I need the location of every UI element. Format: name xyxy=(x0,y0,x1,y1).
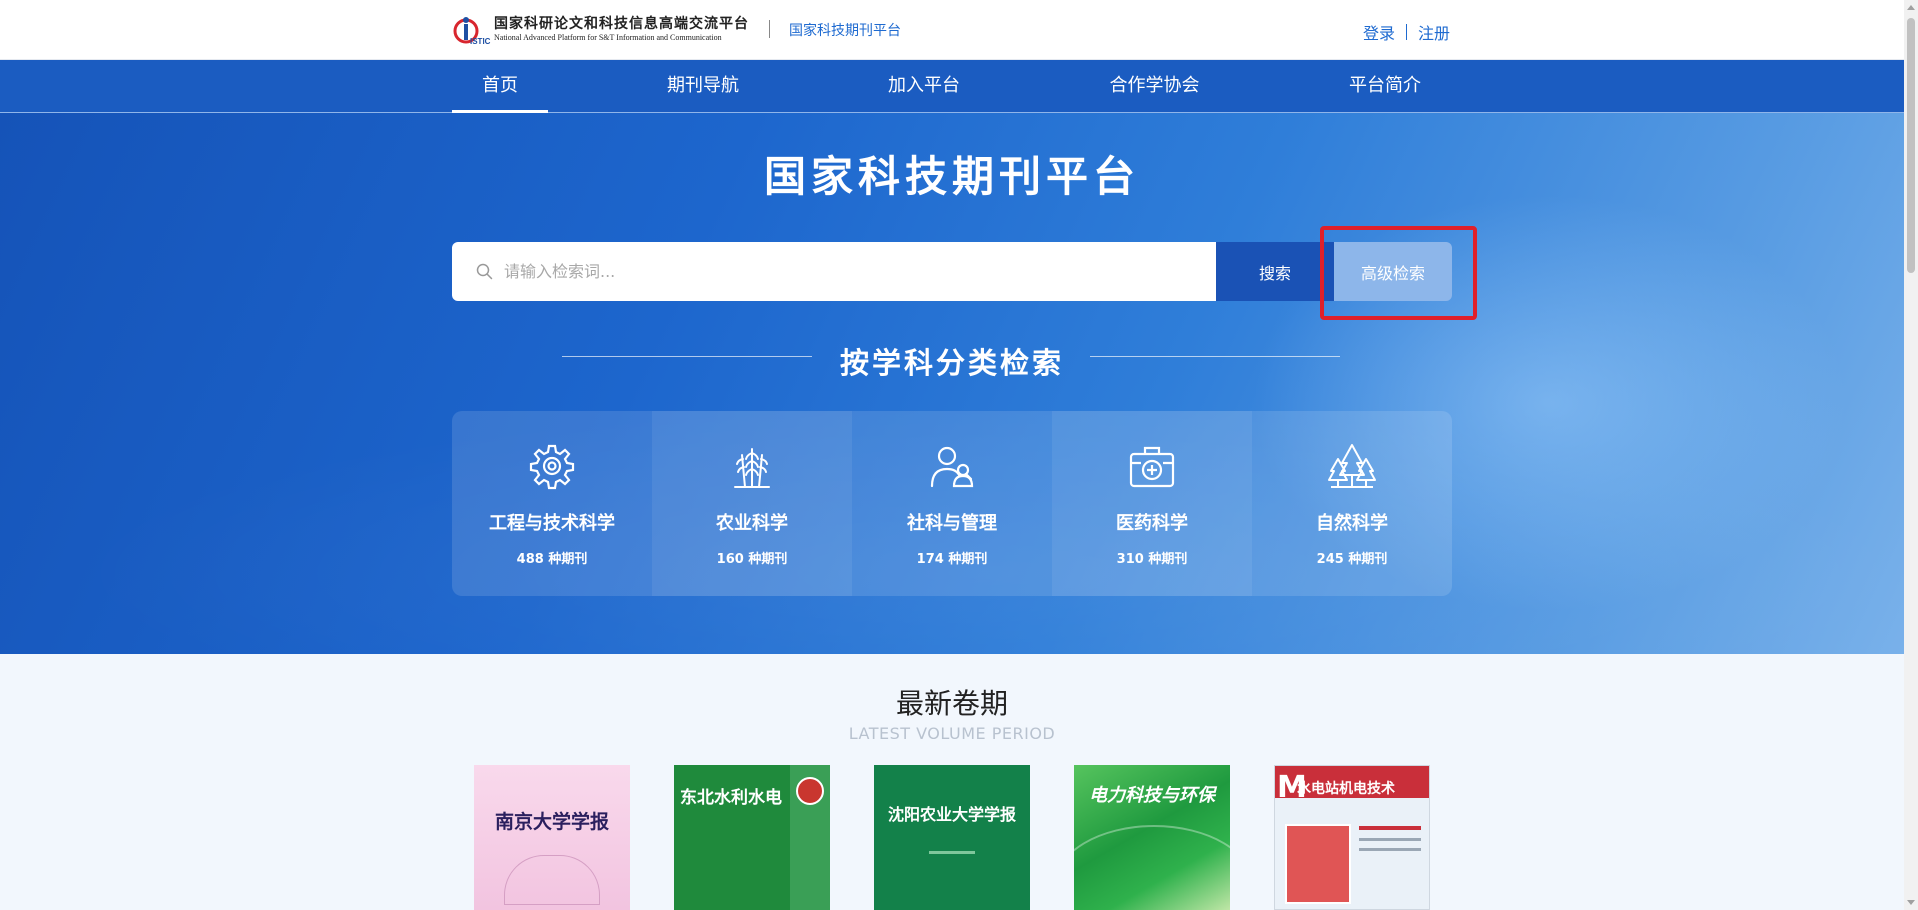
category-natural-science[interactable]: 自然科学 245 种期刊 xyxy=(1252,411,1452,596)
cover-title: 电力科技与环保 xyxy=(1089,785,1215,806)
category-name: 医药科学 xyxy=(1116,513,1188,534)
wheat-icon xyxy=(734,448,770,488)
main-nav: 首页 期刊导航 加入平台 合作学协会 平台简介 xyxy=(0,60,1904,113)
istic-logo-icon: ISTIC xyxy=(452,14,492,46)
scroll-down-arrow-icon[interactable] xyxy=(1907,900,1915,905)
site-logo[interactable]: ISTIC 国家科研论文和科技信息高端交流平台 National Advance… xyxy=(452,14,749,46)
search-box xyxy=(452,242,1216,301)
journal-cover-card[interactable]: 南京大学学报 xyxy=(474,765,630,910)
logo-mark-text: ISTIC xyxy=(470,37,491,46)
category-count: 160 种期刊 xyxy=(716,552,788,567)
logo-english-name: National Advanced Platform for S&T Infor… xyxy=(494,33,722,43)
auth-links: 登录 注册 xyxy=(1363,20,1450,44)
category-name: 农业科学 xyxy=(716,513,788,534)
cover-title: 水电站机电技术 xyxy=(1297,781,1395,797)
journal-cover-card[interactable]: 电力科技与环保 xyxy=(1074,765,1230,910)
journal-cover: 电力科技与环保 xyxy=(1074,765,1230,910)
nav-join-platform[interactable]: 加入平台 xyxy=(874,60,974,112)
latest-section-title: 最新卷期 xyxy=(895,687,1008,720)
category-name: 工程与技术科学 xyxy=(489,513,615,534)
scroll-up-arrow-icon[interactable] xyxy=(1907,5,1915,10)
journal-cover: 南京大学学报 xyxy=(474,765,630,910)
category-panel: 工程与技术科学 488 种期刊 农业科学 160 种期刊 社科与管理 174 种… xyxy=(452,411,1452,596)
cover-title: 南京大学学报 xyxy=(494,811,609,833)
nav-platform-intro[interactable]: 平台简介 xyxy=(1335,60,1435,112)
search-input[interactable] xyxy=(504,242,1204,301)
hero-title: 国家科技期刊平台 xyxy=(763,152,1140,201)
subject-heading: 按学科分类检索 xyxy=(839,346,1064,380)
category-name: 自然科学 xyxy=(1316,513,1388,534)
category-name: 社科与管理 xyxy=(907,513,997,534)
hero-banner: 国家科技期刊平台 搜索 高级检索 按学科分类检索 工程与技术科学 488 种 xyxy=(0,113,1904,654)
platform-link[interactable]: 国家科技期刊平台 xyxy=(789,20,901,40)
logo-chinese-name: 国家科研论文和科技信息高端交流平台 xyxy=(494,15,749,32)
category-agriculture[interactable]: 农业科学 160 种期刊 xyxy=(652,411,852,596)
medical-kit-icon xyxy=(1129,446,1175,488)
category-engineering[interactable]: 工程与技术科学 488 种期刊 xyxy=(452,411,652,596)
latest-section-subtitle: LATEST VOLUME PERIOD xyxy=(848,724,1056,743)
register-link[interactable]: 注册 xyxy=(1418,20,1450,44)
category-count: 310 种期刊 xyxy=(1116,552,1188,567)
scroll-thumb[interactable] xyxy=(1907,18,1915,273)
category-social-science[interactable]: 社科与管理 174 种期刊 xyxy=(852,411,1052,596)
journal-cover: 水电站机电技术 M xyxy=(1274,765,1430,910)
header-divider xyxy=(769,20,770,38)
journal-cover: 沈阳农业大学学报 xyxy=(874,765,1030,910)
advanced-search-highlight xyxy=(1320,226,1477,320)
search-bar: 搜索 高级检索 xyxy=(452,242,1452,301)
journal-cover: 东北水利水电 xyxy=(674,765,830,910)
category-medicine[interactable]: 医药科学 310 种期刊 xyxy=(1052,411,1252,596)
heading-line-right xyxy=(1090,356,1340,357)
nav-partner-societies[interactable]: 合作学协会 xyxy=(1097,60,1212,112)
journal-cover-card[interactable]: 东北水利水电 xyxy=(674,765,830,910)
top-header: ISTIC 国家科研论文和科技信息高端交流平台 National Advance… xyxy=(0,0,1904,60)
login-link[interactable]: 登录 xyxy=(1363,20,1395,44)
auth-divider xyxy=(1406,24,1408,40)
category-count: 174 种期刊 xyxy=(916,552,988,567)
page-scrollbar[interactable] xyxy=(1904,0,1918,910)
nav-home[interactable]: 首页 xyxy=(452,60,548,113)
search-icon xyxy=(476,263,493,280)
nav-journal-navigation[interactable]: 期刊导航 xyxy=(653,60,753,112)
category-count: 245 种期刊 xyxy=(1316,552,1388,567)
journal-cover-card[interactable]: 沈阳农业大学学报 xyxy=(874,765,1030,910)
category-count: 488 种期刊 xyxy=(516,552,588,567)
cover-title: 沈阳农业大学学报 xyxy=(887,805,1016,824)
cover-title: 东北水利水电 xyxy=(680,788,782,808)
journal-cover-card[interactable]: 水电站机电技术 M xyxy=(1274,765,1430,910)
gear-icon xyxy=(529,444,575,490)
trees-icon xyxy=(1328,444,1376,488)
people-icon xyxy=(930,446,974,488)
search-button[interactable]: 搜索 xyxy=(1216,242,1334,301)
